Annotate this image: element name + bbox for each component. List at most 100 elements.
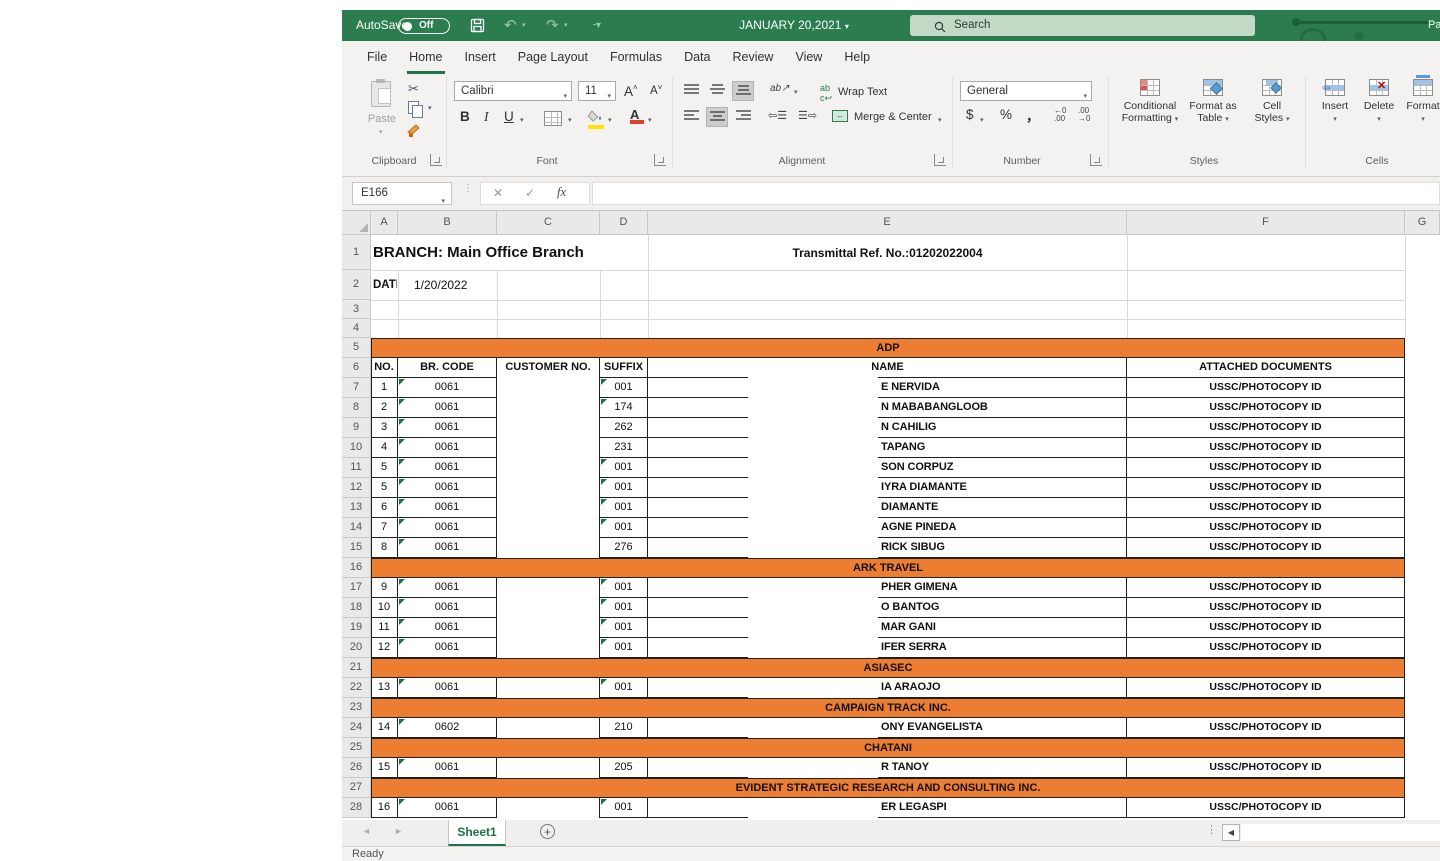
decrease-decimal-icon[interactable]: .00 →0	[1078, 107, 1090, 123]
cell-customer-no[interactable]	[497, 438, 600, 458]
row-header-11[interactable]: 11	[342, 458, 371, 478]
cell-br-code[interactable]: 0061	[398, 518, 497, 538]
bold-button[interactable]: B	[460, 109, 470, 124]
underline-button[interactable]: U	[504, 109, 514, 124]
cell-customer-no[interactable]	[497, 618, 600, 638]
cell-attached-documents[interactable]: USSC/PHOTOCOPY ID	[1127, 378, 1405, 398]
cell-no[interactable]: 5	[371, 478, 398, 498]
cell-suffix[interactable]: 001	[600, 578, 648, 598]
cell-no[interactable]: 13	[371, 678, 398, 698]
italic-button[interactable]: I	[484, 109, 489, 125]
cell-suffix[interactable]: 001	[600, 598, 648, 618]
cell-attached-documents[interactable]: USSC/PHOTOCOPY ID	[1127, 678, 1405, 698]
number-dialog-launcher-icon[interactable]	[1090, 154, 1102, 166]
header-cell-suffix[interactable]: SUFFIX	[600, 358, 648, 378]
column-header-d[interactable]: D	[600, 211, 648, 235]
row-header-9[interactable]: 9	[342, 418, 371, 438]
cell-suffix[interactable]: 001	[600, 518, 648, 538]
cell-suffix[interactable]: 174	[600, 398, 648, 418]
cell-suffix[interactable]: 001	[600, 498, 648, 518]
cell-no[interactable]: 1	[371, 378, 398, 398]
row-header-8[interactable]: 8	[342, 398, 371, 418]
section-band[interactable]: EVIDENT STRATEGIC RESEARCH AND CONSULTIN…	[371, 778, 1405, 798]
name-box-dropdown-icon[interactable]: ▾	[441, 191, 445, 212]
underline-dropdown-icon[interactable]: ▾	[520, 116, 524, 124]
cancel-icon[interactable]: ✕	[493, 186, 503, 200]
accounting-dropdown-icon[interactable]: ▾	[980, 116, 984, 124]
cell-suffix[interactable]: 001	[600, 618, 648, 638]
cell-suffix[interactable]: 231	[600, 438, 648, 458]
cell-name[interactable]: RICK SIBUG	[648, 538, 1127, 558]
autosave-toggle[interactable]: Off	[398, 18, 450, 34]
align-right-icon[interactable]	[732, 107, 754, 127]
cell-suffix[interactable]: 001	[600, 458, 648, 478]
cell-customer-no[interactable]	[497, 398, 600, 418]
row-header-26[interactable]: 26	[342, 758, 371, 778]
cell-attached-documents[interactable]: USSC/PHOTOCOPY ID	[1127, 618, 1405, 638]
search-input[interactable]: Search	[910, 15, 1255, 36]
cell-customer-no[interactable]	[497, 638, 600, 658]
cell-customer-no[interactable]	[497, 798, 600, 818]
header-cell-name[interactable]: NAME	[648, 358, 1127, 378]
row-header-16[interactable]: 16	[342, 558, 371, 578]
cell-no[interactable]: 11	[371, 618, 398, 638]
merge-center-label[interactable]: Merge & Center	[854, 111, 932, 123]
hscroll-left-icon[interactable]: ◀	[1222, 824, 1240, 841]
cell-customer-no[interactable]	[497, 498, 600, 518]
cell-suffix[interactable]: 210	[600, 718, 648, 738]
comma-style-icon[interactable]: ，	[1026, 105, 1040, 125]
next-sheet-icon[interactable]: ►	[394, 826, 403, 836]
tab-file[interactable]: File	[356, 41, 398, 75]
cell-no[interactable]: 9	[371, 578, 398, 598]
tab-data[interactable]: Data	[673, 41, 721, 75]
cell-br-code[interactable]: 0602	[398, 718, 497, 738]
cell-styles-button[interactable]: Cell Styles ▾	[1244, 79, 1300, 126]
cell-name[interactable]: IYRA DIAMANTE	[648, 478, 1127, 498]
sheet-tab-sheet1[interactable]: Sheet1	[448, 820, 506, 846]
decrease-indent-icon[interactable]: ⇦☰	[768, 109, 787, 122]
cell-br-code[interactable]: 0061	[398, 638, 497, 658]
cell-name[interactable]: R TANOY	[648, 758, 1127, 778]
paste-button[interactable]: Paste ▾	[360, 79, 404, 147]
cell-suffix[interactable]: 001	[600, 678, 648, 698]
cell-customer-no[interactable]	[497, 418, 600, 438]
row-header-19[interactable]: 19	[342, 618, 371, 638]
tabbar-splitter-icon[interactable]: ⋮	[1206, 823, 1217, 836]
cell-suffix[interactable]: 276	[600, 538, 648, 558]
decrease-font-icon[interactable]: A˅	[650, 83, 662, 97]
cut-icon[interactable]: ✂	[408, 81, 419, 97]
cell-br-code[interactable]: 0061	[398, 458, 497, 478]
cell-br-code[interactable]: 0061	[398, 498, 497, 518]
cell-suffix[interactable]: 262	[600, 418, 648, 438]
percent-style-icon[interactable]: %	[1000, 107, 1012, 122]
cell-no[interactable]: 15	[371, 758, 398, 778]
row-header-15[interactable]: 15	[342, 538, 371, 558]
cell-name[interactable]: PHER GIMENA	[648, 578, 1127, 598]
font-size-select[interactable]: 11 ▾	[578, 81, 616, 101]
align-left-icon[interactable]	[680, 107, 702, 127]
cell-attached-documents[interactable]: USSC/PHOTOCOPY ID	[1127, 718, 1405, 738]
align-center-icon[interactable]	[706, 107, 728, 127]
font-color-dropdown-icon[interactable]: ▾	[648, 116, 652, 124]
section-band[interactable]: ASIASEC	[371, 658, 1405, 678]
section-band[interactable]: CHATANI	[371, 738, 1405, 758]
cell-name[interactable]: IFER SERRA	[648, 638, 1127, 658]
redo-icon[interactable]: ↷	[546, 10, 559, 41]
tab-review[interactable]: Review	[721, 41, 784, 75]
row-header-1[interactable]: 1	[342, 235, 371, 270]
section-band[interactable]: ARK TRAVEL	[371, 558, 1405, 578]
cell-customer-no[interactable]	[497, 718, 600, 738]
cell-customer-no[interactable]	[497, 678, 600, 698]
row-header-27[interactable]: 27	[342, 778, 371, 798]
cell-br-code[interactable]: 0061	[398, 758, 497, 778]
cell-br-code[interactable]: 0061	[398, 398, 497, 418]
number-format-select[interactable]: General ▾	[960, 81, 1092, 101]
row-header-14[interactable]: 14	[342, 518, 371, 538]
tab-view[interactable]: View	[784, 41, 833, 75]
format-as-table-button[interactable]: Format as Table ▾	[1184, 79, 1242, 126]
accounting-format-icon[interactable]: $	[966, 107, 974, 122]
tab-page-layout[interactable]: Page Layout	[507, 41, 599, 75]
font-name-select[interactable]: Calibri ▾	[454, 81, 572, 101]
cell-attached-documents[interactable]: USSC/PHOTOCOPY ID	[1127, 798, 1405, 818]
tab-insert[interactable]: Insert	[454, 41, 507, 75]
